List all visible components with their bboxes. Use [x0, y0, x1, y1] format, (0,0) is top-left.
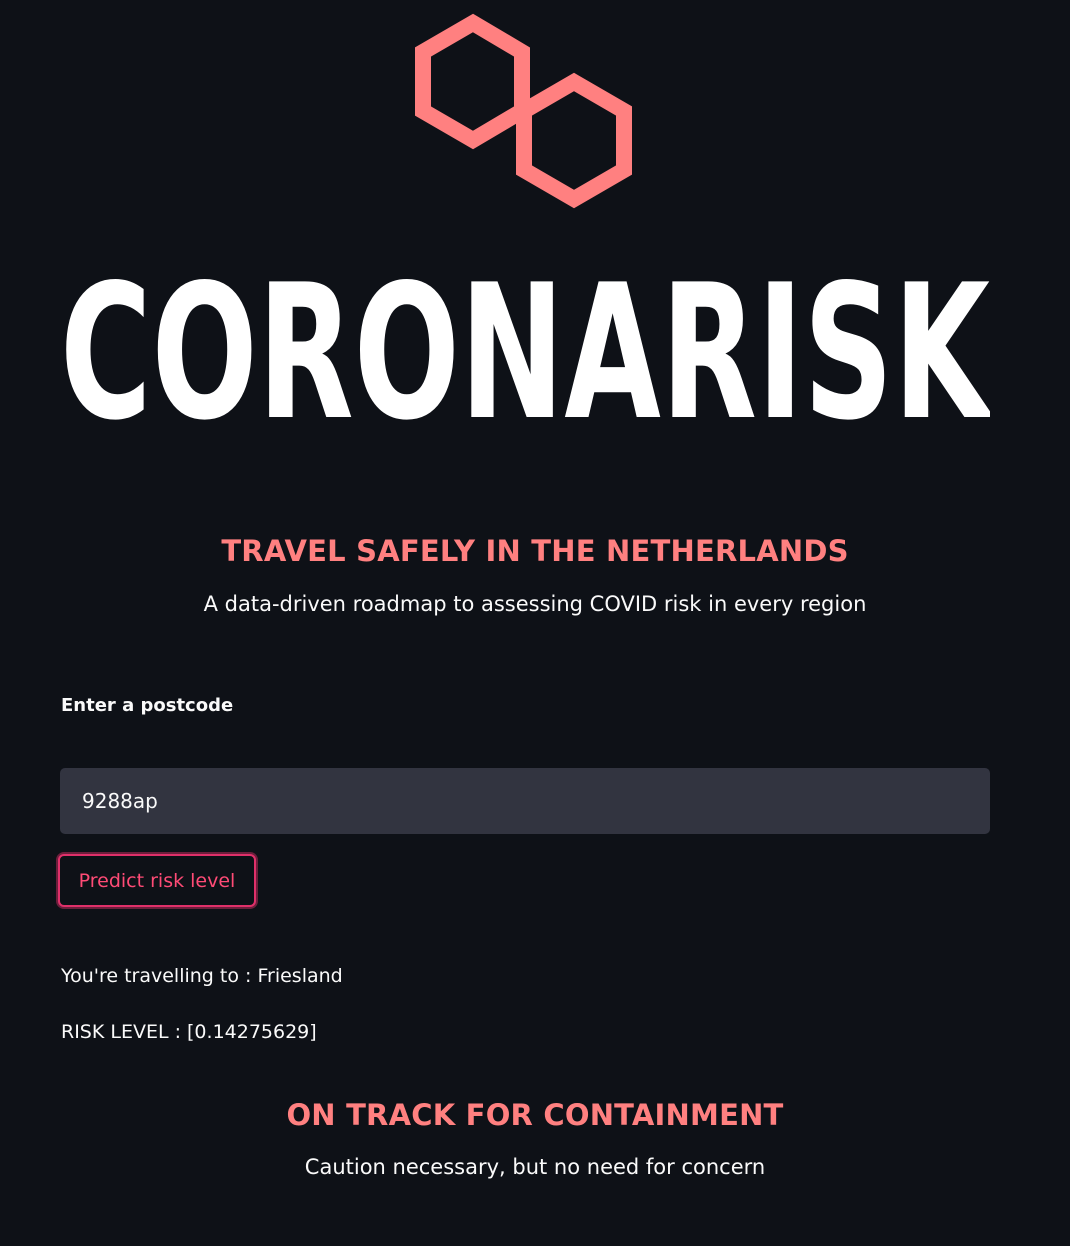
page-title: TRAVEL SAFELY IN THE NETHERLANDS [221, 534, 849, 568]
coronarisk-logo: CORONARISK [60, 262, 990, 442]
postcode-label: Enter a postcode [61, 695, 234, 716]
predict-risk-button[interactable]: Predict risk level [58, 854, 256, 907]
postcode-input[interactable] [60, 768, 990, 834]
hexagon-pair-icon [415, 13, 632, 209]
status-message: Caution necessary, but no need for conce… [304, 1155, 766, 1179]
risk-level-text: RISK LEVEL : [0.14275629] [61, 1021, 317, 1043]
destination-text: You're travelling to : Friesland [61, 965, 343, 987]
page-subtitle: A data-driven roadmap to assessing COVID… [203, 592, 867, 616]
logo-wordmark-text: CORONARISK [60, 262, 990, 442]
status-title: ON TRACK FOR CONTAINMENT [286, 1098, 784, 1132]
